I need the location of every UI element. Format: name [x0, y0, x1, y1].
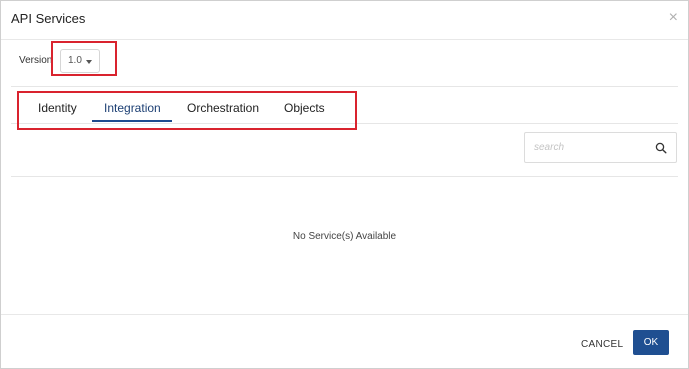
- search-input[interactable]: [525, 133, 650, 162]
- version-label: Version: [19, 55, 53, 66]
- empty-state-message: No Service(s) Available: [292, 231, 397, 242]
- search-icon[interactable]: [655, 142, 667, 154]
- close-icon[interactable]: ×: [669, 10, 678, 26]
- dialog-title: API Services: [11, 11, 86, 26]
- list-divider: [11, 176, 678, 177]
- dialog-header: API Services ×: [1, 1, 688, 40]
- ok-button[interactable]: OK: [633, 330, 669, 355]
- annotation-highlight-version: [51, 41, 117, 76]
- tabs-top-divider: [11, 86, 678, 87]
- annotation-highlight-tabs: [17, 91, 357, 130]
- cancel-button[interactable]: CANCEL: [581, 339, 623, 350]
- search-box: [524, 132, 677, 163]
- api-services-dialog: API Services × Version 1.0 Identity Inte…: [0, 0, 689, 369]
- footer-divider: [1, 314, 688, 315]
